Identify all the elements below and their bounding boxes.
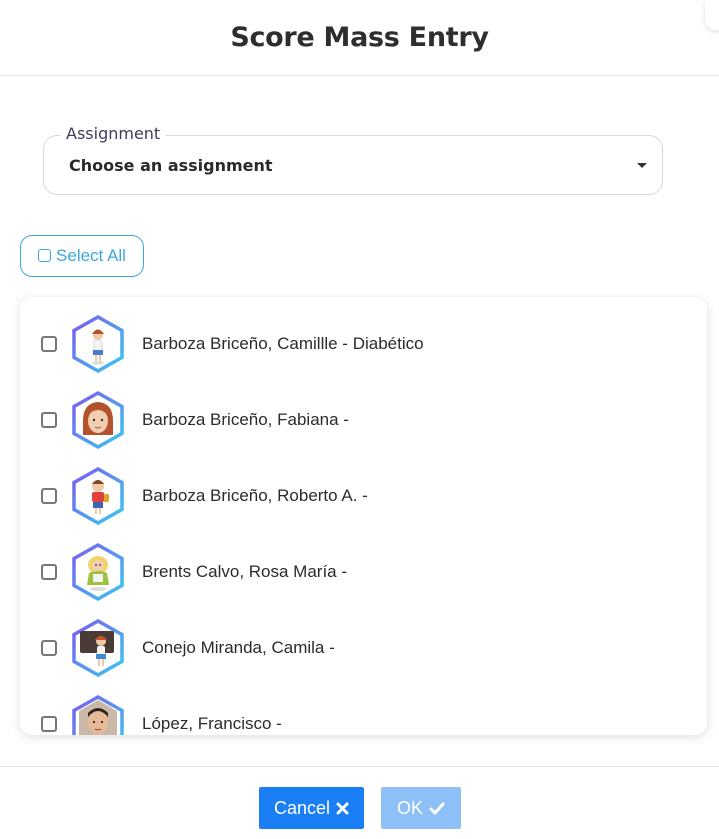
student-checkbox[interactable] [41, 640, 57, 656]
student-checkbox[interactable] [41, 336, 57, 352]
girl-face-avatar [72, 391, 124, 449]
man-face-avatar [72, 695, 124, 735]
cancel-label: Cancel [273, 797, 331, 818]
select-all-button[interactable]: Select All [20, 235, 144, 277]
student-name: Barboza Briceño, Roberto A. - [142, 486, 368, 505]
student-name: Barboza Briceño, Camillle - Diabético [142, 334, 424, 353]
assignment-label: Assignment [60, 124, 167, 143]
student-checkbox[interactable] [41, 716, 57, 732]
student-checkbox[interactable] [41, 488, 57, 504]
girl-standing-avatar [72, 315, 124, 373]
dialog-title: Score Mass Entry [230, 22, 489, 53]
girl-at-chalkboard-avatar [72, 619, 124, 677]
girl-blonde-avatar [72, 543, 124, 601]
student-checkbox[interactable] [41, 564, 57, 580]
list-item: Brents Calvo, Rosa María - [20, 534, 707, 610]
list-item: Barboza Briceño, Fabiana - [20, 382, 707, 458]
select-all-label: Select All [56, 246, 126, 265]
list-item: Barboza Briceño, Camillle - Diabético [20, 306, 707, 382]
student-checkbox[interactable] [41, 412, 57, 428]
corner-widget [705, 0, 719, 30]
caret-down-icon [637, 163, 647, 168]
assignment-value: Choose an assignment [69, 156, 273, 175]
student-name: López, Francisco - [142, 714, 282, 733]
student-list[interactable]: Barboza Briceño, Camillle - Diabético Ba… [20, 297, 707, 735]
checkbox-outline-icon [38, 248, 52, 262]
student-name: Barboza Briceño, Fabiana - [142, 410, 349, 429]
student-name: Conejo Miranda, Camila - [142, 638, 335, 657]
dialog-header: Score Mass Entry [0, 0, 719, 76]
check-icon [429, 802, 445, 814]
boy-with-backpack-avatar [72, 467, 124, 525]
student-name: Brents Calvo, Rosa María - [142, 562, 348, 581]
list-item: López, Francisco - [20, 686, 707, 735]
assignment-select[interactable]: Assignment Choose an assignment [43, 124, 663, 195]
dialog-footer: Cancel OK [0, 766, 719, 839]
list-item: Conejo Miranda, Camila - [20, 610, 707, 686]
list-item: Barboza Briceño, Roberto A. - [20, 458, 707, 534]
ok-button[interactable]: OK [381, 787, 461, 829]
close-icon [336, 802, 349, 814]
ok-label: OK [396, 797, 423, 818]
cancel-button[interactable]: Cancel [259, 787, 364, 829]
